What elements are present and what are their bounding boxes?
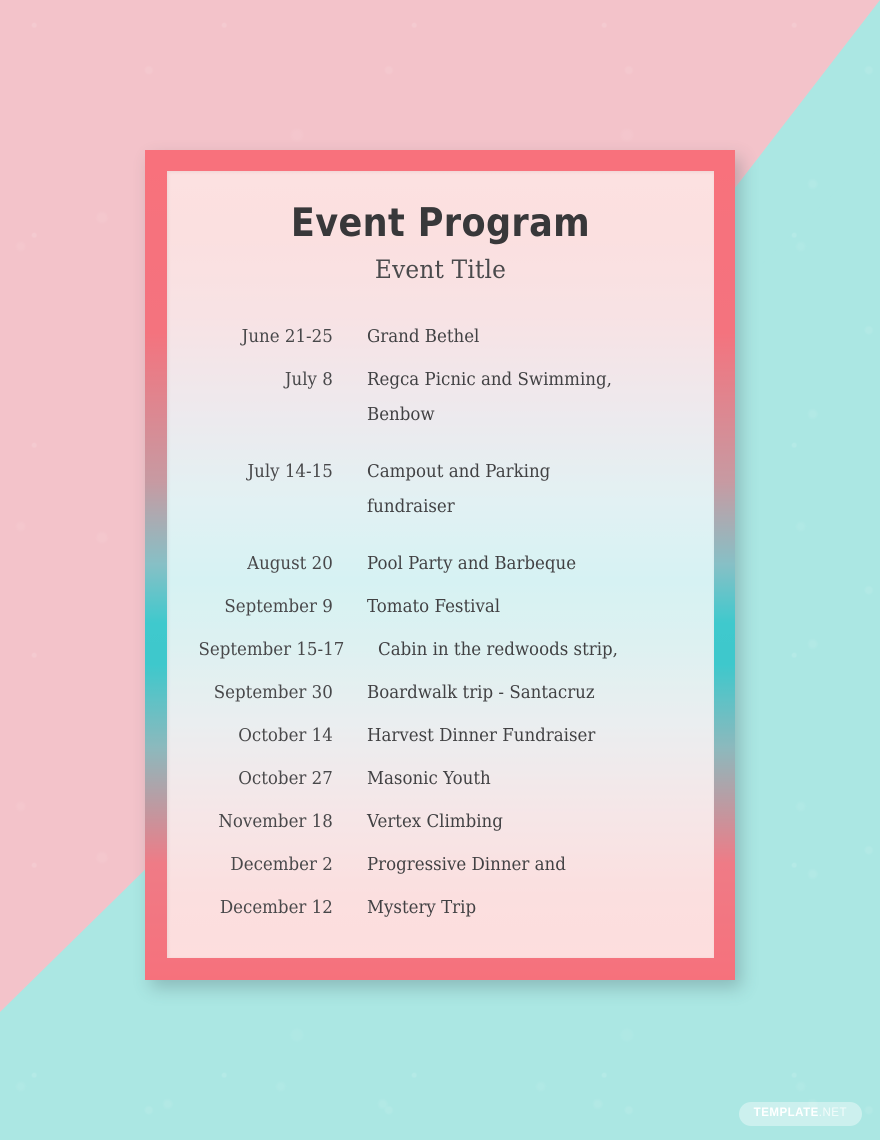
schedule-row-event-line: Grand Bethel: [367, 327, 480, 347]
schedule-row-event-line: Mystery Trip: [367, 898, 477, 918]
schedule-row: December 12 Mystery Trip: [189, 891, 690, 926]
schedule-row-event: Harvest Dinner Fundraiser: [367, 719, 674, 754]
schedule-row-event: Progressive Dinner and: [367, 848, 674, 883]
schedule-row-event-line: Regca Picnic and Swimming,: [367, 370, 612, 390]
schedule-row-event: Cabin in the redwoods strip,: [378, 633, 674, 668]
schedule-row: July 14-15 Campout and Parking fundraiser: [189, 455, 690, 525]
schedule-row: October 14 Harvest Dinner Fundraiser: [189, 719, 690, 754]
schedule-row-date: November 18: [218, 812, 333, 832]
page-title: Event Program: [290, 201, 591, 246]
schedule-row-event: Mystery Trip: [367, 891, 674, 926]
schedule-row-event: Vertex Climbing: [367, 805, 674, 840]
schedule-row: June 21-25 Grand Bethel: [189, 320, 690, 355]
schedule-row-event: Regca Picnic and Swimming, Benbow: [367, 363, 674, 433]
schedule-row-date: July 14-15: [247, 462, 333, 482]
card-header: Event Program Event Title: [167, 171, 714, 284]
schedule-row: October 27 Masonic Youth: [189, 762, 690, 797]
schedule-row-event-line: Progressive Dinner and: [367, 855, 566, 875]
schedule-row-event-line: Masonic Youth: [367, 769, 491, 789]
poster-canvas: Event Program Event Title June 21-25 Gran…: [0, 0, 880, 1140]
schedule-row: September 9 Tomato Festival: [189, 590, 690, 625]
schedule-row-date: October 14: [238, 726, 333, 746]
schedule-row-event-line: Cabin in the redwoods strip,: [378, 640, 619, 660]
schedule-row-event-line: Benbow: [367, 405, 435, 425]
schedule-row-event: Grand Bethel: [367, 320, 674, 355]
schedule-row: November 18 Vertex Climbing: [189, 805, 690, 840]
schedule-row-date: September 30: [213, 683, 333, 703]
schedule-row-event: Boardwalk trip - Santacruz: [367, 676, 674, 711]
schedule-row-event: Pool Party and Barbeque: [367, 547, 674, 582]
schedule-row-event-line: Pool Party and Barbeque: [367, 554, 577, 574]
schedule-row-date: September 15-17: [198, 640, 345, 660]
schedule-row-event-line: Vertex Climbing: [367, 812, 503, 832]
schedule-row-date: July 8: [284, 370, 333, 390]
event-title-subheading: Event Title: [374, 255, 507, 284]
schedule-row-event-line: fundraiser: [367, 497, 455, 517]
schedule-row-date: October 27: [238, 769, 333, 789]
card-inner-page: Event Program Event Title June 21-25 Gran…: [167, 171, 714, 958]
schedule-row-date: December 2: [230, 855, 333, 875]
schedule-row-date: August 20: [247, 554, 333, 574]
schedule-list: June 21-25 Grand Bethel July 8 Regca Picnic…: [167, 320, 714, 926]
schedule-row-event: Campout and Parking fundraiser: [367, 455, 674, 525]
watermark-brand: TEMPLATE: [753, 1106, 819, 1119]
schedule-row-event-line: Tomato Festival: [367, 597, 501, 617]
watermark-tld: .NET: [818, 1106, 847, 1119]
schedule-row-event-line: Boardwalk trip - Santacruz: [367, 683, 595, 703]
schedule-row-event-line: Campout and Parking: [367, 462, 551, 482]
schedule-row-date: December 12: [219, 898, 333, 918]
schedule-row-event-line: Harvest Dinner Fundraiser: [367, 726, 596, 746]
schedule-row-event: Tomato Festival: [367, 590, 674, 625]
schedule-row: August 20 Pool Party and Barbeque: [189, 547, 690, 582]
schedule-row: September 30 Boardwalk trip - Santacruz: [189, 676, 690, 711]
watermark-badge: TEMPLATE .NET: [738, 1101, 862, 1126]
schedule-row-event: Masonic Youth: [367, 762, 674, 797]
schedule-row-date: June 21-25: [241, 327, 333, 347]
schedule-row: September 15-17 Cabin in the redwoods str…: [189, 633, 690, 668]
schedule-row: December 2 Progressive Dinner and: [189, 848, 690, 883]
schedule-row-date: September 9: [224, 597, 333, 617]
event-program-card: Event Program Event Title June 21-25 Gran…: [145, 150, 735, 980]
schedule-row: July 8 Regca Picnic and Swimming, Benbow: [189, 363, 690, 433]
